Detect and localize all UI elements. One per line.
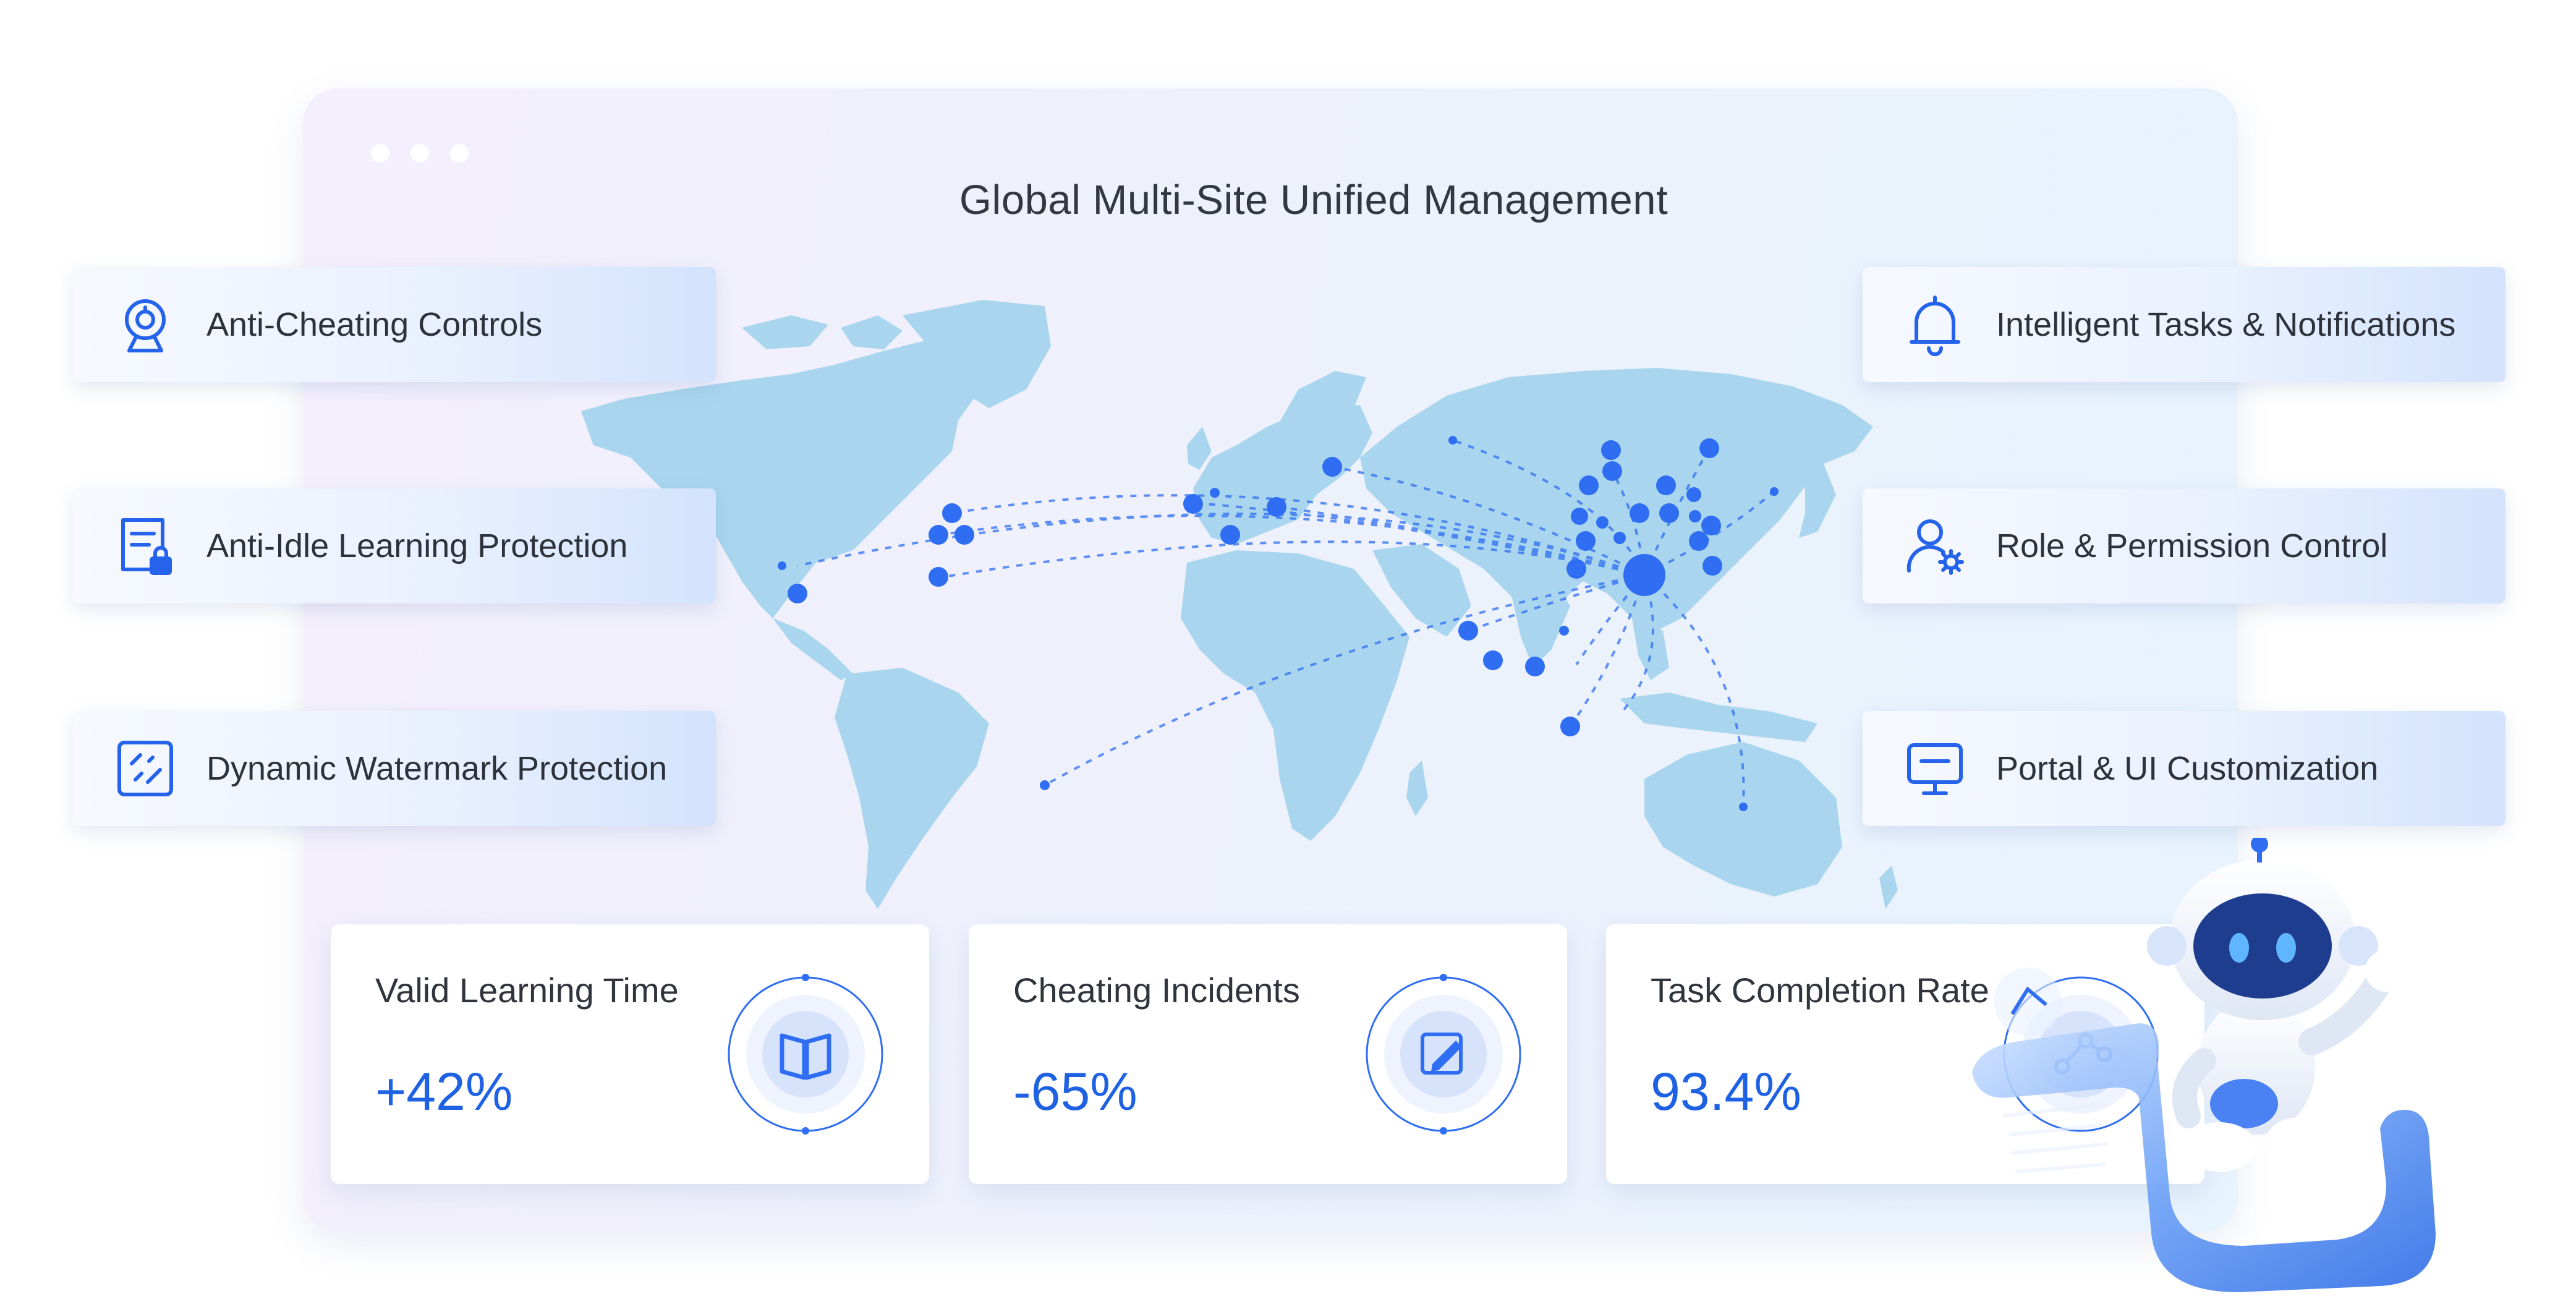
map-land — [581, 300, 1898, 909]
stat-label: Task Completion Rate — [1651, 971, 1989, 1010]
page-title: Global Multi-Site Unified Management — [959, 177, 1668, 223]
window-dot[interactable] — [450, 144, 469, 163]
bell-icon — [1901, 291, 1969, 359]
window-dot[interactable] — [410, 144, 429, 163]
window-controls — [371, 144, 469, 163]
webcam-icon — [111, 291, 179, 359]
feature-portal-ui[interactable]: Portal & UI Customization — [1863, 711, 2506, 826]
stat-label: Cheating Incidents — [1013, 971, 1300, 1010]
user-settings-icon — [1901, 512, 1969, 580]
feature-label: Intelligent Tasks & Notifications — [1996, 306, 2456, 343]
book-icon — [728, 974, 883, 1135]
feature-tasks-notifications[interactable]: Intelligent Tasks & Notifications — [1863, 267, 2506, 382]
stat-value: -65% — [1013, 1062, 1137, 1122]
stat-card-learning-time: Valid Learning Time +42% — [331, 924, 929, 1184]
monitor-icon — [1901, 735, 1969, 803]
edit-icon — [1366, 974, 1521, 1135]
watermark-icon — [111, 735, 179, 803]
stat-card-cheating-incidents: Cheating Incidents -65% — [969, 924, 1567, 1184]
stat-value: 93.4% — [1651, 1062, 1801, 1122]
feature-anti-cheating[interactable]: Anti-Cheating Controls — [73, 267, 716, 382]
feature-anti-idle[interactable]: Anti-Idle Learning Protection — [73, 488, 716, 603]
stat-value: +42% — [375, 1062, 513, 1122]
world-map — [581, 300, 1898, 909]
window-dot[interactable] — [371, 144, 389, 163]
feature-label: Portal & UI Customization — [1996, 750, 2379, 787]
robot-mascot — [1972, 838, 2436, 1292]
feature-label: Role & Permission Control — [1996, 527, 2388, 564]
feature-role-permission[interactable]: Role & Permission Control — [1863, 488, 2506, 603]
feature-label: Anti-Idle Learning Protection — [206, 527, 628, 564]
feature-label: Dynamic Watermark Protection — [206, 750, 668, 787]
feature-label: Anti-Cheating Controls — [206, 306, 543, 343]
stat-label: Valid Learning Time — [375, 971, 679, 1010]
locked-document-icon — [111, 512, 179, 580]
feature-watermark[interactable]: Dynamic Watermark Protection — [73, 711, 716, 826]
